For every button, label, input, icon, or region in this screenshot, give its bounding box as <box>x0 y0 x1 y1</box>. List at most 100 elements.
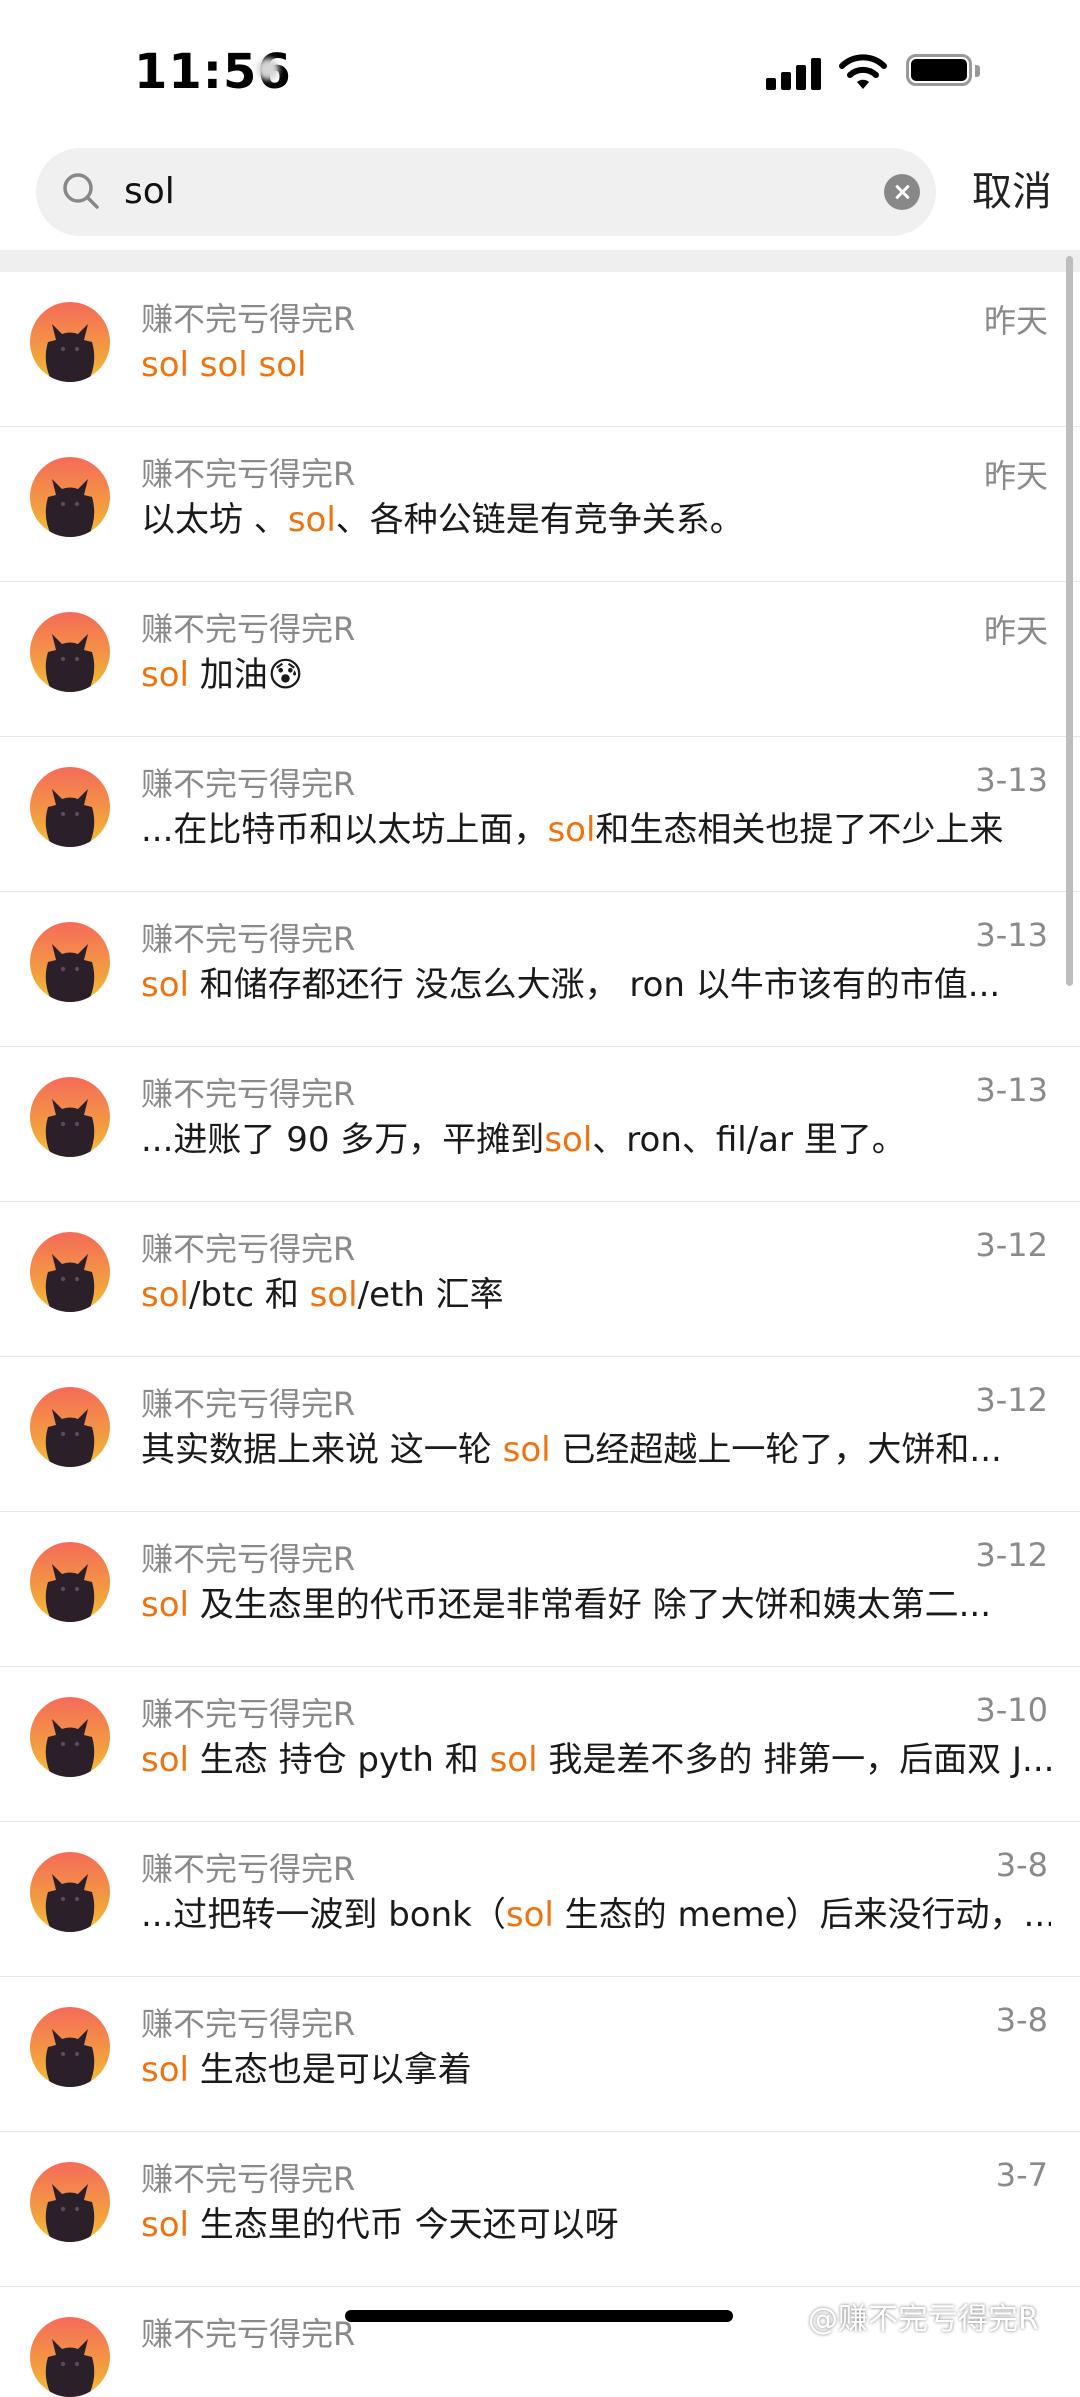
keyword-highlight: sol <box>489 1740 538 1780</box>
section-divider <box>0 250 1080 272</box>
search-input[interactable]: sol <box>124 168 175 216</box>
sender-name: 赚不完亏得完R <box>141 610 356 648</box>
snippet-text: 生态里的代币 今天还可以呀 <box>188 2205 619 2245</box>
cancel-button[interactable]: 取消 <box>972 164 1052 220</box>
keyword-highlight: sol <box>141 1585 189 1625</box>
keyword-highlight: sol sol sol <box>141 345 307 385</box>
snippet-text: ...过把转一波到 bonk（ <box>141 1895 506 1935</box>
sender-name: 赚不完亏得完R <box>141 2315 356 2353</box>
message-date: 3-12 <box>975 1381 1048 1419</box>
sender-name: 赚不完亏得完R <box>141 1850 356 1888</box>
message-snippet: sol 加油😰 <box>141 652 1051 698</box>
keyword-highlight: sol <box>141 2050 189 2090</box>
result-row[interactable]: 赚不完亏得完R 3-12 其实数据上来说 这一轮 sol 已经超越上一轮了，大饼和.… <box>0 1357 1080 1512</box>
result-row[interactable]: 赚不完亏得完R 3-13 ...进账了 90 多万，平摊到sol、ron、fil/a… <box>0 1047 1080 1202</box>
watermark: @赚不完亏得完R <box>808 2302 1039 2337</box>
keyword-highlight: sol <box>141 655 189 695</box>
message-snippet: ...在比特币和以太坊上面，sol和生态相关也提了不少上来 <box>141 807 1051 853</box>
sender-name: 赚不完亏得完R <box>141 455 356 493</box>
message-snippet: 其实数据上来说 这一轮 sol 已经超越上一轮了，大饼和... <box>141 1427 1051 1473</box>
sender-name: 赚不完亏得完R <box>141 1230 356 1268</box>
result-row[interactable]: 赚不完亏得完R 3-7 sol 生态里的代币 今天还可以呀 <box>0 2132 1080 2287</box>
result-row[interactable]: 赚不完亏得完R 昨天 sol sol sol <box>0 272 1080 427</box>
avatar[interactable] <box>30 1542 110 1622</box>
snippet-text: 、各种公链是有竞争关系。 <box>335 500 744 540</box>
sender-name: 赚不完亏得完R <box>141 765 356 803</box>
keyword-highlight: sol <box>141 1275 189 1315</box>
avatar[interactable] <box>30 302 110 382</box>
battery-icon <box>906 54 984 90</box>
snippet-text: ...进账了 90 多万，平摊到 <box>141 1120 545 1160</box>
snippet-text: 生态也是可以拿着 <box>188 2050 472 2090</box>
message-snippet: sol 生态也是可以拿着 <box>141 2047 1051 2093</box>
wifi-icon <box>839 54 887 89</box>
snippet-text: 我是差不多的 排第一，后面双 J... <box>537 1740 1051 1780</box>
sender-name: 赚不完亏得完R <box>141 1385 356 1423</box>
snippet-text: 及生态里的代币还是非常看好 除了大饼和姨太第二... <box>188 1585 992 1625</box>
snippet-text: /btc 和 <box>188 1275 310 1315</box>
avatar[interactable] <box>30 2317 110 2397</box>
result-row[interactable]: 赚不完亏得完R 3-13 sol 和储存都还行 没怎么大涨， ron 以牛市该有的市… <box>0 892 1080 1047</box>
avatar[interactable] <box>30 1387 110 1467</box>
message-snippet: sol 和储存都还行 没怎么大涨， ron 以牛市该有的市值... <box>141 962 1051 1008</box>
clear-search-icon[interactable] <box>884 174 920 210</box>
message-date: 3-13 <box>975 916 1048 954</box>
result-row[interactable]: 赚不完亏得完R 3-13 ...在比特币和以太坊上面，sol和生态相关也提了不少上来 <box>0 737 1080 892</box>
snippet-text: 生态 持仓 pyth 和 <box>188 1740 490 1780</box>
message-date: 3-8 <box>995 2001 1048 2039</box>
snippet-text: 生态的 meme）后来没行动，... <box>553 1895 1051 1935</box>
avatar[interactable] <box>30 457 110 537</box>
avatar[interactable] <box>30 1077 110 1157</box>
avatar[interactable] <box>30 1697 110 1777</box>
message-date: 3-7 <box>995 2156 1048 2194</box>
message-date: 3-8 <box>995 1846 1048 1884</box>
snippet-text: 、ron、fil/ar 里了。 <box>592 1120 906 1160</box>
keyword-highlight: sol <box>141 965 189 1005</box>
avatar[interactable] <box>30 922 110 1002</box>
sender-name: 赚不完亏得完R <box>141 2005 356 2043</box>
result-row[interactable]: 赚不完亏得完R 3-8 ...过把转一波到 bonk（sol 生态的 meme）后来… <box>0 1822 1080 1977</box>
message-snippet: sol/btc 和 sol/eth 汇率 <box>141 1272 1051 1318</box>
message-date: 昨天 <box>983 612 1048 650</box>
scrollbar[interactable] <box>1066 256 1073 986</box>
cellular-signal-icon <box>766 56 822 90</box>
keyword-highlight: sol <box>547 810 596 850</box>
search-results-list: 赚不完亏得完R 昨天 sol sol sol 赚不完亏得完R 昨天 以太坊 、sol、各种… <box>0 272 1080 2397</box>
keyword-highlight: sol <box>544 1120 593 1160</box>
result-row[interactable]: 赚不完亏得完R 3-10 sol 生态 持仓 pyth 和 sol 我是差不多的 排… <box>0 1667 1080 1822</box>
message-date: 3-10 <box>975 1691 1048 1729</box>
message-date: 3-13 <box>975 1071 1048 1109</box>
avatar[interactable] <box>30 2162 110 2242</box>
message-snippet: sol 及生态里的代币还是非常看好 除了大饼和姨太第二... <box>141 1582 1051 1628</box>
result-row[interactable]: 赚不完亏得完R 3-8 sol 生态也是可以拿着 <box>0 1977 1080 2132</box>
snippet-text: 已经超越上一轮了，大饼和... <box>550 1430 1002 1470</box>
message-date: 3-13 <box>975 761 1048 799</box>
keyword-highlight: sol <box>141 1740 189 1780</box>
avatar[interactable] <box>30 1232 110 1312</box>
message-date: 3-12 <box>975 1226 1048 1264</box>
avatar[interactable] <box>30 767 110 847</box>
home-indicator[interactable] <box>345 2310 733 2322</box>
avatar[interactable] <box>30 1852 110 1932</box>
keyword-highlight: sol <box>287 500 336 540</box>
message-snippet: ...进账了 90 多万，平摊到sol、ron、fil/ar 里了。 <box>141 1117 1051 1163</box>
status-bar: 11:56 <box>0 0 1080 140</box>
result-row[interactable]: 赚不完亏得完R 昨天 sol 加油😰 <box>0 582 1080 737</box>
search-bar[interactable]: sol <box>36 148 936 236</box>
sender-name: 赚不完亏得完R <box>141 920 356 958</box>
sender-name: 赚不完亏得完R <box>141 300 356 338</box>
sender-name: 赚不完亏得完R <box>141 1540 356 1578</box>
avatar[interactable] <box>30 612 110 692</box>
message-date: 3-12 <box>975 1536 1048 1574</box>
result-row[interactable]: 赚不完亏得完R 3-12 sol/btc 和 sol/eth 汇率 <box>0 1202 1080 1357</box>
result-row[interactable]: 赚不完亏得完R 3-12 sol 及生态里的代币还是非常看好 除了大饼和姨太第二..… <box>0 1512 1080 1667</box>
snippet-text: /eth 汇率 <box>357 1275 504 1315</box>
search-icon <box>63 173 99 209</box>
sender-name: 赚不完亏得完R <box>141 1695 356 1733</box>
avatar[interactable] <box>30 2007 110 2087</box>
snippet-text: 其实数据上来说 这一轮 <box>141 1430 503 1470</box>
keyword-highlight: sol <box>309 1275 358 1315</box>
sender-name: 赚不完亏得完R <box>141 2160 356 2198</box>
keyword-highlight: sol <box>505 1895 554 1935</box>
result-row[interactable]: 赚不完亏得完R 昨天 以太坊 、sol、各种公链是有竞争关系。 <box>0 427 1080 582</box>
